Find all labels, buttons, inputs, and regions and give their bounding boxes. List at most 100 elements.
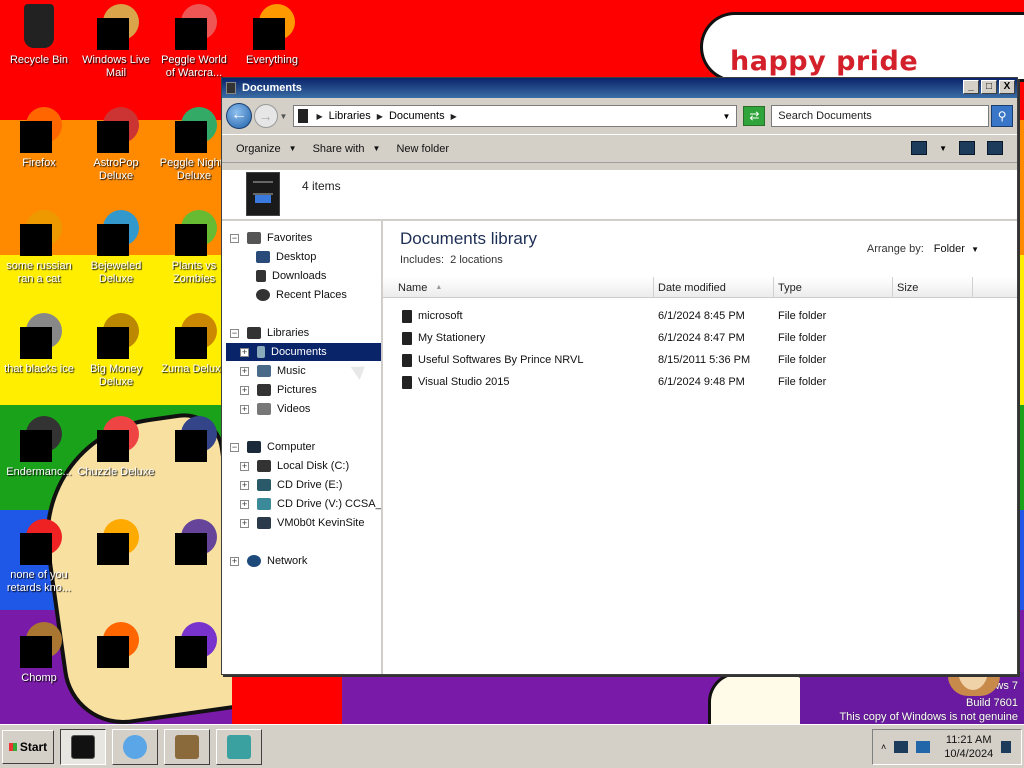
taskbar-explorer[interactable] [60,728,106,765]
expand-icon[interactable]: + [240,480,249,490]
nav-network-drive[interactable]: + VM0b0t KevinSite [240,514,364,532]
breadcrumb-documents[interactable]: Documents [389,110,445,122]
desktop-icon-recycle-bin[interactable]: Recycle Bin [0,4,78,67]
refresh-button[interactable]: ⇄ [743,106,766,126]
window-titlebar[interactable]: Documents _ □ X [222,78,1017,98]
file-row[interactable]: My Stationery 6/1/2024 8:47 PM File folder [383,327,893,349]
explorer-window[interactable]: Documents _ □ X ← → ▼ ▶ Libraries ▶ Docu… [221,77,1018,675]
app-icon [171,519,217,565]
expand-icon[interactable]: + [240,461,249,471]
desktop-icon-astropop-deluxe[interactable]: AstroPop Deluxe [77,107,155,183]
maximize-button[interactable]: □ [981,80,997,94]
close-button[interactable]: X [999,80,1015,94]
recent-pages-dropdown[interactable]: ▼ [280,112,292,121]
show-desktop-icon[interactable] [1001,741,1012,753]
search-icon [249,4,295,50]
desktop-icon-everything[interactable]: Everything [233,4,311,67]
desktop-icon-firefox[interactable]: Firefox [0,107,78,170]
desktop-icon-windows-live-mail[interactable]: Windows Live Mail [77,4,155,80]
taskbar-app[interactable] [216,728,262,765]
nav-music[interactable]: + Music [240,362,306,380]
minimize-button[interactable]: _ [963,80,979,94]
forward-button[interactable]: → [253,104,278,128]
library-locations-link[interactable]: 2 locations [450,254,503,266]
arrange-by-dropdown[interactable]: Folder ▼ [934,243,979,255]
desktop-icon-endermanc[interactable]: Endermanc... [0,416,78,479]
collapse-icon[interactable]: − [230,442,239,452]
desktop-icon-item-20[interactable] [77,622,155,672]
desktop-icon-item-17[interactable] [77,519,155,569]
desktop-icon-peggle-world-of-warcra[interactable]: Peggle World of Warcra... [155,4,233,80]
nav-videos[interactable]: + Videos [240,400,310,418]
desktop-icon-some-russian-ran-a-cat[interactable]: some russian ran a cat [0,210,78,286]
nav-favorites[interactable]: − Favorites [230,229,312,247]
nav-local-disk-c[interactable]: + Local Disk (C:) [240,457,349,475]
preview-pane-icon[interactable] [959,141,975,155]
cd-drive-icon [257,498,271,510]
sort-asc-icon: ▲ [435,284,443,291]
change-view-icon[interactable] [911,141,928,155]
gem-icon [93,210,139,256]
start-button[interactable]: Start [2,729,54,764]
desktop-icon-none-of-you-retards-kno[interactable]: none of you retards kno... [0,519,78,595]
expand-icon[interactable]: + [240,518,249,528]
address-field[interactable]: ▶ Libraries ▶ Documents ▶ ▼ [293,105,738,127]
taskbar-media-player[interactable] [112,728,158,765]
desktop-icon-label: that blacks ice [4,363,74,375]
nav-libraries[interactable]: − Libraries [230,324,309,342]
expand-icon[interactable]: + [240,404,249,414]
expand-icon[interactable]: + [240,347,249,357]
desktop-icon-big-money-deluxe[interactable]: Big Money Deluxe [77,313,155,389]
column-size[interactable]: Size [893,277,973,298]
hard-drive-icon [257,460,271,472]
help-icon[interactable] [987,141,1003,155]
new-folder-button[interactable]: New folder [388,143,457,155]
nav-recent-places[interactable]: Recent Places [256,286,347,304]
desktop-icon-bejeweled-deluxe[interactable]: Bejeweled Deluxe [77,210,155,286]
taskbar-chomp[interactable] [164,728,210,765]
file-row[interactable]: microsoft 6/1/2024 8:45 PM File folder [383,305,893,327]
column-date-modified[interactable]: Date modified [654,277,774,298]
library-includes: Includes: 2 locations [400,254,503,266]
expand-icon[interactable]: + [240,366,249,376]
desktop-icon-label: AstroPop Deluxe [93,157,139,182]
nav-desktop[interactable]: Desktop [256,248,316,266]
expand-icon[interactable]: + [240,499,249,509]
back-button[interactable]: ← [226,103,252,129]
nav-cd-drive-v[interactable]: + CD Drive (V:) CCSA_X [240,495,381,513]
search-icon[interactable]: ⚲ [991,105,1014,127]
column-name[interactable]: Name ▲ [383,277,654,298]
chevron-right-icon[interactable]: ▶ [316,112,322,121]
peggle-icon [171,4,217,50]
nav-downloads[interactable]: Downloads [256,267,326,285]
desktop-icon-chuzzle-deluxe[interactable]: Chuzzle Deluxe [77,416,155,479]
chevron-right-icon[interactable]: ▶ [377,112,383,121]
network-tray-icon[interactable] [894,741,909,753]
file-row[interactable]: Visual Studio 2015 6/1/2024 9:48 PM File f… [383,371,893,393]
nav-pictures[interactable]: + Pictures [240,381,317,399]
search-input[interactable]: Search Documents [771,105,990,127]
desktop-icon-label: none of you retards kno... [6,569,72,594]
address-dropdown-icon[interactable]: ▼ [723,112,731,121]
desktop-icon-that-blacks-ice[interactable]: that blacks ice [0,313,78,376]
nav-computer[interactable]: − Computer [230,438,315,456]
column-type[interactable]: Type [774,277,893,298]
desktop-icon-chomp[interactable]: Chomp [0,622,78,685]
expand-icon[interactable]: + [240,385,249,395]
file-row[interactable]: Useful Softwares By Prince NRVL 8/15/2011… [383,349,893,371]
collapse-icon[interactable]: − [230,328,239,338]
share-with-button[interactable]: Share with ▼ [305,143,389,155]
expand-icon[interactable]: + [230,556,239,566]
nav-cd-drive-e[interactable]: + CD Drive (E:) [240,476,342,494]
organize-button[interactable]: Organize ▼ [228,143,305,155]
nav-documents[interactable]: + Documents [226,343,381,361]
chevron-down-icon[interactable]: ▼ [939,144,947,153]
show-hidden-icons-icon[interactable]: ˄ [881,742,886,752]
volume-icon[interactable] [916,741,931,753]
clock[interactable]: 11:21 AM 10/4/2024 [944,733,993,761]
chevron-right-icon[interactable]: ▶ [451,112,457,121]
breadcrumb-libraries[interactable]: Libraries [329,110,371,122]
hamster-icon [16,622,62,668]
nav-network[interactable]: + Network [230,552,307,570]
collapse-icon[interactable]: − [230,233,239,243]
